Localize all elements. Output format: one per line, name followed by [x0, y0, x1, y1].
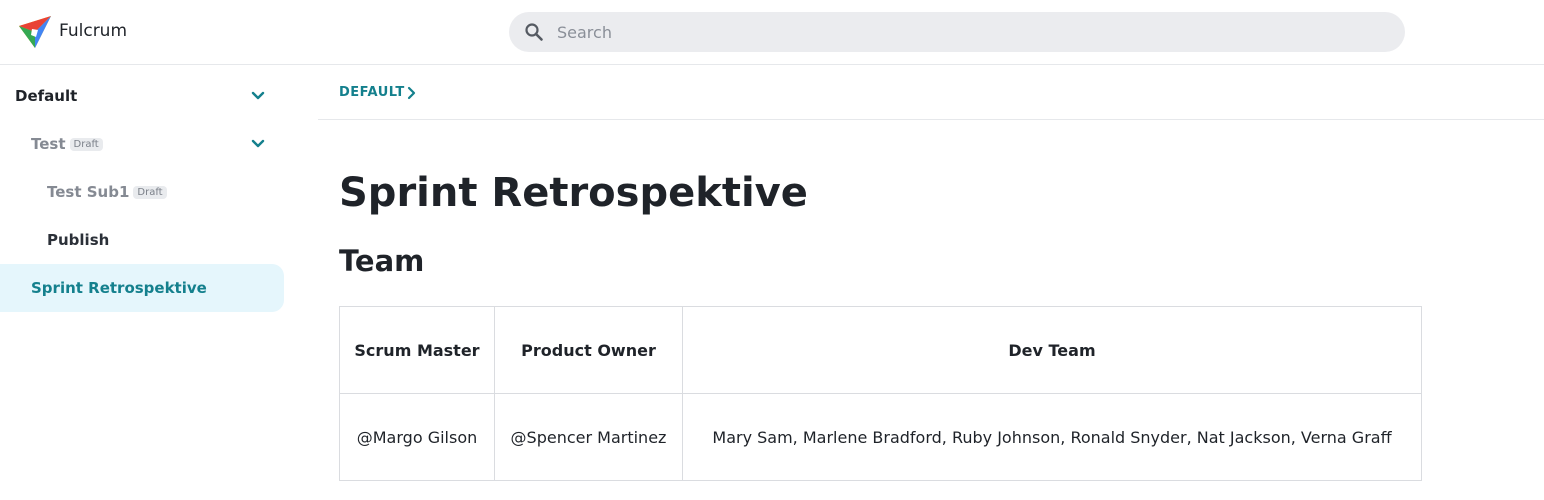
sidebar-item-label: Test Sub1 — [47, 183, 130, 201]
app-title[interactable]: Fulcrum — [59, 21, 127, 41]
scrum-master-cell[interactable]: @Margo Gilson — [339, 393, 495, 481]
sidebar-item-publish[interactable]: Publish — [0, 216, 284, 264]
sidebar-item-label: Publish — [47, 231, 110, 249]
sidebar-item-test-sub1[interactable]: Test Sub1 Draft — [0, 168, 284, 216]
chevron-down-icon[interactable] — [250, 90, 266, 102]
column-header-product-owner: Product Owner — [494, 306, 683, 394]
breadcrumb: DEFAULT — [318, 65, 1544, 120]
chevron-down-icon[interactable] — [250, 138, 266, 150]
draft-badge: Draft — [69, 138, 103, 151]
breadcrumb-item-default[interactable]: DEFAULT — [339, 85, 405, 100]
section-heading-team: Team — [339, 244, 425, 278]
search-icon — [525, 23, 543, 41]
dev-team-cell: Mary Sam, Marlene Bradford, Ruby Johnson… — [682, 393, 1422, 481]
column-header-dev-team: Dev Team — [682, 306, 1422, 394]
sidebar-item-label: Test — [31, 135, 66, 153]
table-header-row: Scrum Master Product Owner Dev Team — [339, 306, 1422, 394]
sidebar-nav: Default Test Draft Test Sub1 Draft Publish… — [0, 65, 300, 500]
page-title: Sprint Retrospektive — [339, 170, 808, 216]
chevron-right-icon — [407, 86, 416, 100]
sidebar-item-label: Default — [15, 87, 78, 105]
fulcrum-logo-icon[interactable] — [18, 15, 52, 49]
sidebar-item-label: Sprint Retrospektive — [31, 279, 207, 297]
search-bar[interactable] — [509, 12, 1405, 52]
product-owner-cell[interactable]: @Spencer Martinez — [494, 393, 683, 481]
sidebar-item-sprint-retrospektive[interactable]: Sprint Retrospektive — [0, 264, 284, 312]
table-row: @Margo Gilson @Spencer Martinez Mary Sam… — [339, 393, 1422, 481]
search-input[interactable] — [557, 12, 1387, 52]
sidebar-item-test[interactable]: Test Draft — [0, 120, 284, 168]
column-header-scrum-master: Scrum Master — [339, 306, 495, 394]
team-table: Scrum Master Product Owner Dev Team @Mar… — [339, 306, 1422, 481]
top-header: Fulcrum — [0, 0, 1544, 65]
sidebar-item-default[interactable]: Default — [0, 72, 284, 120]
draft-badge: Draft — [133, 186, 167, 199]
